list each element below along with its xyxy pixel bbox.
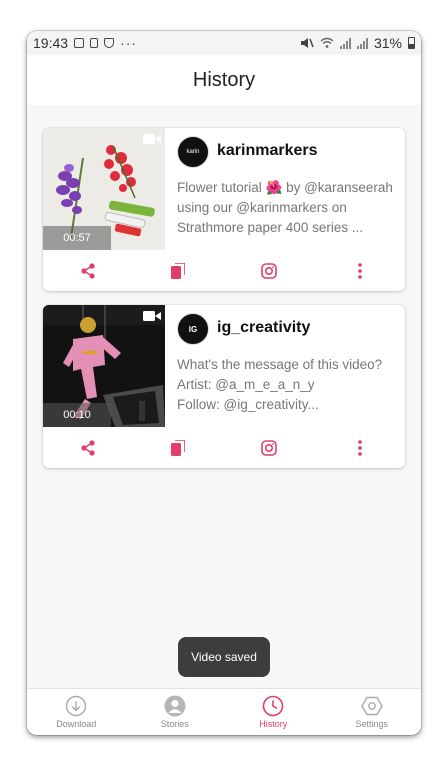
bottom-navigation: Download Stories History Settings (27, 688, 421, 735)
video-thumbnail[interactable]: 00:10 (43, 305, 165, 427)
avatar[interactable]: IG (177, 313, 209, 345)
vertical-dots-icon (358, 440, 362, 456)
nav-download-label: Download (56, 719, 97, 729)
instagram-icon (261, 440, 277, 456)
copy-icon (171, 263, 185, 279)
battery-icon (408, 37, 415, 49)
copy-caption-button[interactable] (163, 433, 193, 463)
video-camera-icon (143, 134, 161, 144)
username[interactable]: ig_creativity (217, 319, 310, 337)
share-icon (81, 263, 95, 279)
more-options-button[interactable] (345, 256, 375, 286)
signal-1-icon (339, 37, 351, 49)
card-actions (43, 256, 405, 286)
avatar[interactable]: karin (177, 136, 209, 168)
nav-stories[interactable]: Stories (126, 689, 225, 735)
status-bar: 19:43 ··· 31% (27, 31, 421, 55)
copy-icon (171, 440, 185, 456)
signal-2-icon (356, 37, 368, 49)
open-instagram-button[interactable] (254, 256, 284, 286)
post-caption: Flower tutorial 🌺 by @karanseerah using … (177, 180, 393, 235)
nav-history-label: History (259, 719, 288, 729)
phone-screen: 19:43 ··· 31% History 00:57 karin karinm… (27, 31, 421, 735)
nav-stories-label: Stories (160, 719, 189, 729)
app-header: History (27, 55, 421, 105)
card-actions (43, 433, 405, 463)
instagram-icon (261, 263, 277, 279)
video-duration: 00:57 (43, 226, 111, 250)
download-icon (66, 695, 87, 717)
post-caption: What's the message of this video? Artist… (177, 357, 383, 412)
sim-notification-icon (90, 38, 99, 48)
username[interactable]: karinmarkers (217, 142, 318, 160)
nav-history[interactable]: History (224, 689, 323, 735)
share-button[interactable] (73, 433, 103, 463)
nav-download[interactable]: Download (27, 689, 126, 735)
shield-notification-icon (104, 38, 115, 48)
nav-settings[interactable]: Settings (323, 689, 422, 735)
clock-icon (262, 695, 284, 717)
video-duration: 00:10 (43, 403, 111, 427)
status-time: 19:43 (33, 35, 69, 51)
hexagon-settings-icon (360, 696, 383, 716)
share-button[interactable] (73, 256, 103, 286)
nav-settings-label: Settings (355, 719, 389, 729)
battery-percent: 31% (373, 35, 402, 51)
share-icon (81, 440, 95, 456)
video-camera-icon (143, 311, 161, 321)
page-title: History (192, 68, 256, 91)
video-thumbnail[interactable]: 00:57 (43, 128, 165, 250)
profile-icon (164, 695, 186, 717)
toast-message: Video saved (178, 637, 270, 677)
history-card[interactable]: 00:57 karin karinmarkers Flower tutorial… (43, 128, 405, 291)
copy-caption-button[interactable] (163, 256, 193, 286)
gallery-notification-icon (74, 38, 85, 48)
more-options-button[interactable] (345, 433, 375, 463)
wifi-icon (320, 37, 334, 48)
open-instagram-button[interactable] (254, 433, 284, 463)
more-notifications-icon: ··· (120, 35, 138, 51)
mute-icon (300, 38, 314, 48)
history-card[interactable]: 00:10 IG ig_creativity What's the messag… (43, 305, 405, 468)
vertical-dots-icon (358, 263, 362, 279)
